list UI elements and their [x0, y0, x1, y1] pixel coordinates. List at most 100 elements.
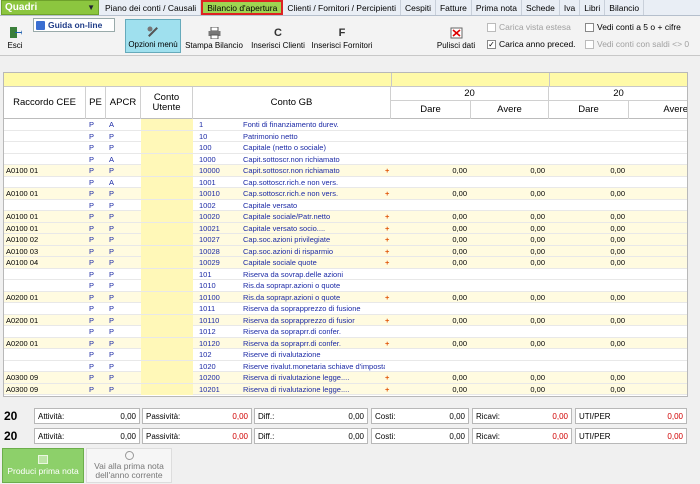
tab-prima-nota[interactable]: Prima nota	[472, 0, 523, 15]
cell-avere[interactable]	[471, 303, 545, 314]
col-raccordo-cee[interactable]: Raccordo CEE	[4, 87, 86, 119]
cell-dare2[interactable]	[549, 269, 625, 280]
col-avere-2[interactable]: Avere	[629, 101, 687, 119]
vedi-conti-5-cifre-checkbox[interactable]: Vedi conti a 5 o + cifre	[585, 22, 681, 32]
cell-avere[interactable]	[471, 326, 545, 337]
cell-avere[interactable]: 0,00	[471, 292, 545, 303]
vedi-conti-saldi-checkbox[interactable]: Vedi conti con saldi <> 0	[585, 39, 689, 49]
cell-dare[interactable]: 0,00	[391, 211, 467, 222]
cell-user[interactable]	[141, 142, 193, 153]
company-select[interactable]: Quadri ▼	[1, 0, 99, 15]
cell-user[interactable]	[141, 372, 193, 383]
table-row[interactable]: P A 1001 Cap.sottoscr.rich.e non vers.	[4, 176, 687, 188]
col-apcr[interactable]: APCR	[106, 87, 141, 119]
vai-prima-nota-button[interactable]: Vai alla prima nota dell'anno corrente	[86, 448, 172, 483]
table-row[interactable]: A0200 01 P P 10120 Riserva da sopraprr.di co…	[4, 337, 687, 349]
table-row[interactable]: P P 101 Riserva da sovrap.delle azioni	[4, 268, 687, 280]
cell-dare[interactable]	[391, 177, 467, 188]
cell-dare2[interactable]	[549, 349, 625, 360]
cell-dare2[interactable]: 0,00	[549, 292, 625, 303]
cell-user[interactable]	[141, 119, 193, 130]
tab-bilancio-apertura[interactable]: Bilancio d'apertura	[201, 0, 284, 15]
cell-user[interactable]	[141, 199, 193, 211]
col-pe[interactable]: PE	[86, 87, 106, 119]
cell-avere[interactable]	[471, 119, 545, 130]
cell-dare[interactable]: 0,00	[391, 372, 467, 383]
table-row[interactable]: A0200 01 P P 10100 Ris.da soprapr.azioni o q…	[4, 291, 687, 303]
cell-dare[interactable]	[391, 142, 467, 153]
table-row[interactable]: A0100 04 P P 10029 Capitale sociale quote +0,…	[4, 257, 687, 269]
stampa-bilancio-button[interactable]: Stampa Bilancio	[185, 19, 243, 53]
table-row[interactable]: P P 10 Patrimonio netto	[4, 130, 687, 142]
cell-dare[interactable]	[391, 200, 467, 211]
cell-user[interactable]	[141, 188, 193, 199]
cell-user[interactable]	[141, 326, 193, 337]
cell-avere[interactable]: 0,00	[471, 165, 545, 176]
cell-dare2[interactable]	[549, 131, 625, 142]
tab-cespiti[interactable]: Cespiti	[401, 0, 436, 15]
inserisci-clienti-button[interactable]: C Inserisci Clienti	[250, 19, 306, 53]
cell-dare[interactable]: 0,00	[391, 188, 467, 199]
cell-user[interactable]	[141, 314, 193, 326]
cell-dare[interactable]: 0,00	[391, 234, 467, 245]
tab-fatture[interactable]: Fatture	[436, 0, 472, 15]
cell-avere[interactable]	[471, 269, 545, 280]
cell-dare[interactable]	[391, 154, 467, 165]
cell-avere[interactable]	[471, 280, 545, 291]
cell-dare[interactable]: 0,00	[391, 257, 467, 268]
cell-dare2[interactable]	[549, 177, 625, 188]
table-row[interactable]: P A 1000 Capit.sottoscr.non richiamato	[4, 153, 687, 165]
tab-iva[interactable]: Iva	[560, 0, 581, 15]
cell-dare2[interactable]: 0,00	[549, 372, 625, 383]
cell-dare2[interactable]	[549, 361, 625, 372]
cell-user[interactable]	[141, 130, 193, 142]
inserisci-fornitori-button[interactable]: F Inserisci Fornitori	[310, 19, 374, 53]
cell-dare[interactable]: 0,00	[391, 315, 467, 326]
cell-dare2[interactable]: 0,00	[549, 384, 625, 395]
pulisci-dati-button[interactable]: Pulisci dati	[436, 19, 476, 53]
tab-piano-conti[interactable]: Piano dei conti / Causali	[101, 0, 202, 15]
cell-user[interactable]	[141, 257, 193, 268]
cell-avere[interactable]: 0,00	[471, 223, 545, 234]
cell-dare2[interactable]: 0,00	[549, 211, 625, 222]
cell-user[interactable]	[141, 176, 193, 188]
cell-dare2[interactable]	[549, 200, 625, 211]
cell-dare2[interactable]: 0,00	[549, 234, 625, 245]
cell-user[interactable]	[141, 165, 193, 176]
cell-user[interactable]	[141, 222, 193, 234]
table-row[interactable]: A0300 09 P P 10200 Riserva di rivalutazione …	[4, 372, 687, 384]
table-row[interactable]: P P 102 Riserve di rivalutazione	[4, 349, 687, 361]
cell-dare2[interactable]: 0,00	[549, 165, 625, 176]
cell-avere[interactable]	[471, 131, 545, 142]
tab-schede[interactable]: Schede	[522, 0, 560, 15]
cell-dare[interactable]	[391, 280, 467, 291]
table-row[interactable]: A0100 01 P P 10021 Capitale versato socio...…	[4, 222, 687, 234]
table-row[interactable]: P P 100 Capitale (netto o sociale)	[4, 142, 687, 154]
table-row[interactable]: A0100 01 P P 10010 Cap.sottoscr.rich.e non v…	[4, 188, 687, 200]
carica-anno-preced-checkbox[interactable]: ✓ Carica anno preced.	[487, 39, 576, 49]
cell-dare[interactable]: 0,00	[391, 338, 467, 349]
table-row[interactable]: A0100 02 P P 10027 Cap.soc.azioni privilegia…	[4, 234, 687, 246]
tab-clienti-fornitori[interactable]: Clienti / Fornitori / Percipienti	[283, 0, 401, 15]
cell-user[interactable]	[141, 349, 193, 360]
col-dare[interactable]: Dare	[391, 101, 471, 119]
cell-dare2[interactable]: 0,00	[549, 188, 625, 199]
col-avere[interactable]: Avere	[471, 101, 549, 119]
cell-user[interactable]	[141, 291, 193, 303]
cell-user[interactable]	[141, 268, 193, 280]
cell-user[interactable]	[141, 245, 193, 257]
cell-dare[interactable]: 0,00	[391, 223, 467, 234]
cell-dare[interactable]: 0,00	[391, 292, 467, 303]
cell-dare[interactable]	[391, 326, 467, 337]
cell-avere[interactable]: 0,00	[471, 246, 545, 257]
cell-dare2[interactable]	[549, 154, 625, 165]
cell-dare[interactable]: 0,00	[391, 384, 467, 395]
table-row[interactable]: A0100 01 P P 10000 Capit.sottoscr.non richia…	[4, 165, 687, 177]
cell-avere[interactable]	[471, 349, 545, 360]
cell-user[interactable]	[141, 383, 193, 395]
cell-dare[interactable]	[391, 269, 467, 280]
cell-dare[interactable]	[391, 349, 467, 360]
cell-avere[interactable]	[471, 200, 545, 211]
cell-user[interactable]	[141, 234, 193, 245]
cell-avere[interactable]: 0,00	[471, 234, 545, 245]
